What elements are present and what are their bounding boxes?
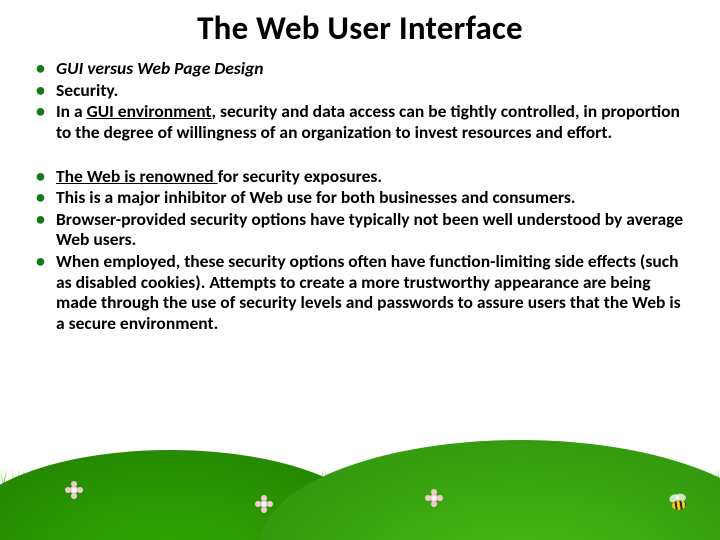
flower-icon [430, 494, 438, 502]
bullet-item: In a GUI environment, security and data … [34, 101, 690, 142]
flower-icon [70, 486, 78, 494]
bullet-item: The Web is renowned for security exposur… [34, 166, 690, 187]
slide-title: The Web User Interface [30, 8, 690, 48]
bullet-item: Security. [34, 80, 690, 101]
bullet-group-2: The Web is renowned for security exposur… [30, 166, 690, 334]
bullet-item: When employed, these security options of… [34, 251, 690, 334]
grass-blades [0, 468, 720, 498]
slide: The Web User Interface GUI versus Web Pa… [0, 0, 720, 540]
grass-decoration [0, 462, 720, 540]
bullet-item: This is a major inhibitor of Web use for… [34, 187, 690, 208]
bullet-group-1: GUI versus Web Page DesignSecurity.In a … [30, 58, 690, 143]
flower-icon [260, 500, 268, 508]
bullet-item: GUI versus Web Page Design [34, 58, 690, 79]
grass-mound-right [260, 440, 720, 540]
group-gap [30, 144, 690, 166]
grass-mound-left [0, 450, 380, 540]
bullet-item: Browser-provided security options have t… [34, 209, 690, 250]
bee-icon [671, 499, 686, 511]
